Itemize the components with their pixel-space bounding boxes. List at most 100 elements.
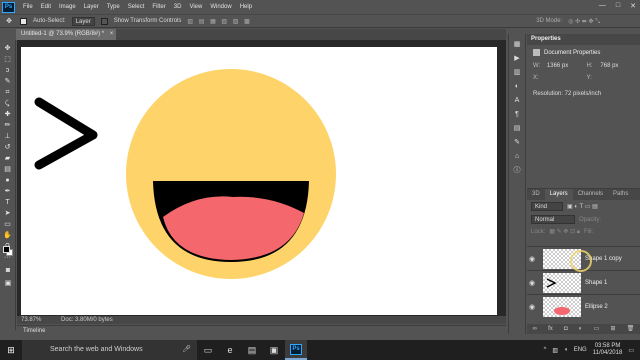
- new-layer-icon[interactable]: ⊞: [610, 324, 615, 334]
- auto-select-dropdown[interactable]: Layer: [71, 16, 95, 26]
- menu-layer[interactable]: Layer: [84, 4, 99, 10]
- visibility-eye-icon[interactable]: ◉: [527, 255, 537, 263]
- swatches-icon[interactable]: ▥: [512, 68, 522, 78]
- marquee-icon[interactable]: ⬚: [3, 55, 13, 64]
- eyedropper-icon[interactable]: ⤹: [3, 99, 13, 108]
- tab-layers[interactable]: Layers: [544, 189, 573, 200]
- lock-icons[interactable]: ▦ ✎ ✥ ⊡ 🔒︎: [549, 228, 580, 236]
- delete-layer-icon[interactable]: 🗑︎: [627, 324, 635, 334]
- eraser-icon[interactable]: ▰: [3, 154, 13, 163]
- taskbar-search[interactable]: Search the web and Windows 🎤︎: [22, 340, 197, 360]
- hand-icon[interactable]: ✋: [3, 231, 13, 240]
- menu-3d[interactable]: 3D: [174, 4, 182, 10]
- filter-icons[interactable]: ▣ ◐ T ▭ ▤: [567, 203, 598, 210]
- height-value[interactable]: 768 px: [600, 63, 634, 69]
- blend-mode-dropdown[interactable]: Normal: [531, 215, 575, 224]
- clock[interactable]: 03:58 PM 11/04/2018: [593, 343, 623, 357]
- tab-paths[interactable]: Paths: [608, 189, 633, 200]
- adjustments-icon[interactable]: ◐: [512, 82, 522, 92]
- menu-filter[interactable]: Filter: [152, 4, 165, 10]
- y-value[interactable]: [600, 75, 634, 81]
- layer-name[interactable]: Ellipse 2: [585, 304, 608, 310]
- path-select-icon[interactable]: ➤: [3, 209, 13, 218]
- heal-icon[interactable]: ✚: [3, 110, 13, 119]
- transform-controls-checkbox[interactable]: [100, 17, 108, 25]
- edge-icon[interactable]: e: [219, 340, 241, 360]
- type-icon[interactable]: T: [3, 198, 13, 207]
- visibility-eye-icon[interactable]: ◉: [527, 303, 537, 311]
- history-brush-icon[interactable]: ↺: [3, 143, 13, 152]
- menu-window[interactable]: Window: [210, 4, 231, 10]
- layer-name[interactable]: Shape 1: [585, 280, 607, 286]
- menu-file[interactable]: File: [23, 4, 33, 10]
- store-icon[interactable]: ▣: [263, 340, 285, 360]
- align-icons[interactable]: ▥ ▤ ▦ ▧ ▨ ▩: [187, 18, 251, 25]
- new-group-icon[interactable]: ▭: [594, 324, 600, 334]
- menu-view[interactable]: View: [189, 4, 202, 10]
- menu-edit[interactable]: Edit: [41, 4, 51, 10]
- zoom-level[interactable]: 73.87%: [21, 317, 41, 323]
- properties-tab[interactable]: Properties: [527, 34, 640, 45]
- start-windows-icon[interactable]: ⊞: [0, 340, 22, 360]
- move-tool-preset-icon[interactable]: ✥: [4, 17, 14, 26]
- close-tab-icon[interactable]: ×: [110, 31, 114, 37]
- shape-icon[interactable]: ▭: [3, 220, 13, 229]
- tab-3d[interactable]: 3D: [527, 189, 545, 200]
- paragraph-icon[interactable]: ¶: [512, 110, 522, 120]
- document-tab[interactable]: Untitled-1 @ 73.9% (RGB/8#) * ×: [16, 29, 116, 40]
- actions-icon[interactable]: ▶: [512, 54, 522, 64]
- width-value[interactable]: 1366 px: [547, 63, 581, 69]
- x-value[interactable]: [547, 75, 581, 81]
- volume-icon[interactable]: ◖: [564, 347, 568, 353]
- task-view-icon[interactable]: ▭: [197, 340, 219, 360]
- language-indicator[interactable]: ENG: [574, 347, 587, 353]
- quick-mask-icon[interactable]: ◙: [3, 266, 13, 275]
- layer-filter-dropdown[interactable]: Kind: [531, 202, 563, 211]
- 3d-mode-icons[interactable]: ◎ ✣ ⬌ ✥ ⤡: [568, 18, 600, 26]
- microphone-icon[interactable]: 🎤︎: [182, 340, 191, 360]
- gradient-icon[interactable]: ▤: [3, 165, 13, 174]
- menu-type[interactable]: Type: [107, 4, 120, 10]
- network-icon[interactable]: ▥: [552, 347, 558, 354]
- add-mask-icon[interactable]: ◘: [564, 324, 568, 334]
- tray-chevron-icon[interactable]: ^: [544, 347, 547, 353]
- layer-row[interactable]: ◉ Shape 1: [527, 270, 640, 294]
- minimize-button[interactable]: —: [599, 2, 606, 10]
- photoshop-logo[interactable]: Ps: [2, 1, 15, 13]
- quick-select-icon[interactable]: ✎: [3, 77, 13, 86]
- close-button[interactable]: ✕: [630, 2, 636, 10]
- adjustment-layer-icon[interactable]: ◐: [579, 324, 583, 334]
- menu-help[interactable]: Help: [240, 4, 252, 10]
- info-icon[interactable]: ⓘ: [512, 166, 522, 176]
- clone-source-icon[interactable]: ⌂: [512, 152, 522, 162]
- auto-select-checkbox[interactable]: [20, 17, 27, 25]
- menu-image[interactable]: Image: [59, 4, 76, 10]
- libraries-icon[interactable]: ▤: [512, 124, 522, 134]
- windows-taskbar: ⊞ Search the web and Windows 🎤︎ ▭ e ▤ ▣ …: [0, 340, 640, 360]
- history-icon[interactable]: ▦: [512, 40, 522, 50]
- maximize-button[interactable]: □: [616, 2, 620, 10]
- dodge-icon[interactable]: ●: [3, 176, 13, 185]
- document-canvas[interactable]: [21, 47, 497, 315]
- character-icon[interactable]: A: [512, 96, 522, 106]
- screen-mode-icon[interactable]: ▣: [3, 279, 13, 288]
- visibility-eye-icon[interactable]: ◉: [527, 279, 537, 287]
- file-explorer-icon[interactable]: ▤: [241, 340, 263, 360]
- lasso-icon[interactable]: ↄ: [3, 66, 13, 75]
- timeline-panel-tab[interactable]: Timeline: [17, 325, 506, 335]
- pen-icon[interactable]: ✒: [3, 187, 13, 196]
- notifications-icon[interactable]: ▭: [628, 347, 634, 354]
- brush-preset-icon[interactable]: ✎: [512, 138, 522, 148]
- foreground-color-swatch[interactable]: [3, 246, 10, 253]
- layer-style-icon[interactable]: fx: [548, 324, 553, 334]
- move-icon[interactable]: ✥: [3, 44, 13, 53]
- document-info[interactable]: Doc: 3.80M/0 bytes: [61, 317, 113, 323]
- stamp-icon[interactable]: ⊥: [3, 132, 13, 141]
- brush-icon[interactable]: ✏: [3, 121, 13, 130]
- link-layers-icon[interactable]: ∞: [533, 324, 537, 334]
- menu-select[interactable]: Select: [128, 4, 145, 10]
- layer-row[interactable]: ◉ Ellipse 2: [527, 294, 640, 318]
- crop-icon[interactable]: ⌗: [3, 88, 13, 97]
- photoshop-taskbar-button[interactable]: Ps: [285, 340, 307, 360]
- tab-channels[interactable]: Channels: [573, 189, 608, 200]
